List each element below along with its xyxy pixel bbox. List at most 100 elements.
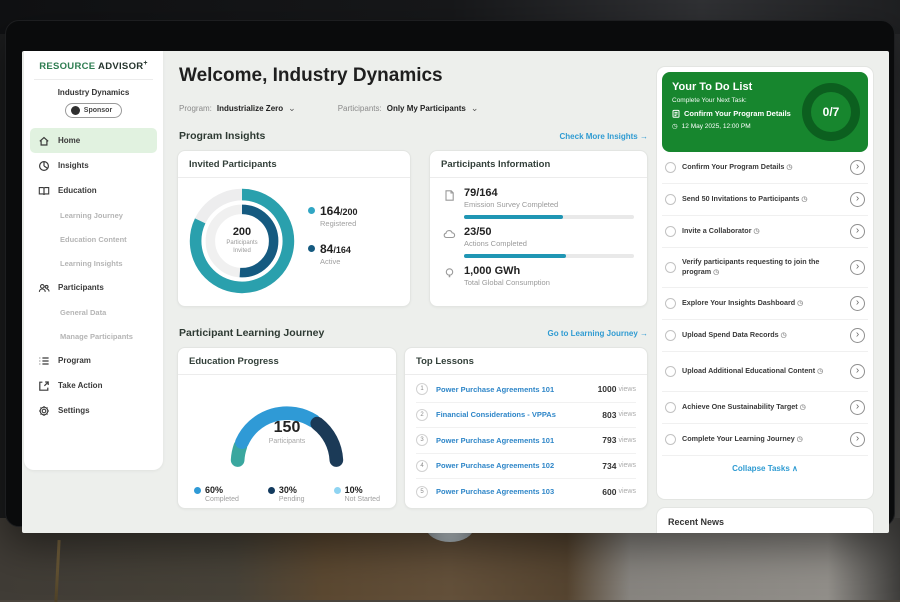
- list-icon: [38, 355, 50, 367]
- task-checkbox[interactable]: [665, 402, 676, 413]
- top-lessons-card: Top Lessons 1 Power Purchase Agreements …: [404, 347, 648, 509]
- chevron-right-icon: ›: [856, 226, 859, 236]
- sidebar-item-participants[interactable]: Participants: [24, 275, 163, 300]
- lesson-rank: 3: [416, 434, 428, 446]
- program-insights-title: Program Insights: [179, 130, 265, 142]
- task-go-button[interactable]: ›: [850, 296, 865, 311]
- todo-task[interactable]: Send 50 Invitations to Participants ◷ ›: [662, 184, 868, 216]
- check-more-insights-link[interactable]: Check More Insights →: [560, 132, 648, 141]
- lesson-link[interactable]: Power Purchase Agreements 101: [436, 385, 598, 394]
- sidebar-item-education[interactable]: Education: [24, 178, 163, 203]
- task-checkbox[interactable]: [665, 330, 676, 341]
- chevron-down-icon: ⌄: [288, 103, 296, 114]
- gear-icon: [38, 405, 50, 417]
- task-checkbox[interactable]: [665, 434, 676, 445]
- sidebar-item-learning-journey[interactable]: Learning Journey: [24, 203, 163, 227]
- clock-icon: ◷: [672, 122, 678, 130]
- education-progress-card: Education Progress 150 Participants 60% …: [177, 347, 397, 509]
- task-checkbox[interactable]: [665, 194, 676, 205]
- sidebar-item-label: Learning Journey: [60, 211, 123, 220]
- task-checkbox[interactable]: [665, 366, 676, 377]
- chevron-right-icon: ›: [856, 434, 859, 444]
- chevron-right-icon: ›: [856, 162, 859, 172]
- registered-legend-item: 164/200 Registered: [308, 204, 358, 228]
- lesson-row: 3 Power Purchase Agreements 101 793 view…: [416, 428, 636, 454]
- lesson-link[interactable]: Power Purchase Agreements 101: [436, 436, 602, 445]
- sidebar-item-education-content[interactable]: Education Content: [24, 227, 163, 251]
- invited-participants-body: 200 Participants Invited 164/200 Registe…: [178, 178, 410, 299]
- lesson-link[interactable]: Power Purchase Agreements 103: [436, 487, 602, 496]
- task-go-button[interactable]: ›: [850, 260, 865, 275]
- book-icon: [38, 185, 50, 197]
- sidebar-item-label: Participants: [58, 283, 104, 292]
- task-checkbox[interactable]: [665, 226, 676, 237]
- todo-task[interactable]: Verify participants requesting to join t…: [662, 248, 868, 288]
- task-go-button[interactable]: ›: [850, 328, 865, 343]
- views-suffix: views: [618, 386, 636, 393]
- logo-plus: +: [143, 60, 147, 67]
- sidebar-item-program[interactable]: Program: [24, 348, 163, 373]
- todo-progress-value: 0/7: [823, 105, 840, 119]
- todo-task[interactable]: Upload Additional Educational Content ◷ …: [662, 352, 868, 392]
- org-name: Industry Dynamics: [24, 88, 163, 97]
- task-go-button[interactable]: ›: [850, 192, 865, 207]
- completed-dot: [194, 487, 201, 494]
- task-checkbox[interactable]: [665, 162, 676, 173]
- chevron-right-icon: ›: [856, 194, 859, 204]
- task-go-button[interactable]: ›: [850, 432, 865, 447]
- emission-survey-stat: 79/164 Emission Survey Completed: [443, 187, 634, 219]
- active-dot: [308, 245, 315, 252]
- sidebar-item-label: General Data: [60, 308, 106, 317]
- sidebar-item-learning-insights[interactable]: Learning Insights: [24, 251, 163, 275]
- task-go-button[interactable]: ›: [850, 160, 865, 175]
- lesson-link[interactable]: Power Purchase Agreements 102: [436, 461, 602, 470]
- clock-icon: ◷: [786, 164, 792, 171]
- completed-legend-item: 60% Completed: [194, 485, 239, 503]
- todo-task[interactable]: Invite a Collaborator ◷ ›: [662, 216, 868, 248]
- sidebar-item-label: Settings: [58, 406, 90, 415]
- todo-task[interactable]: Complete Your Learning Journey ◷ ›: [662, 424, 868, 456]
- chevron-right-icon: ›: [856, 262, 859, 272]
- invited-legend: 164/200 Registered 84/164 Active: [308, 204, 358, 280]
- task-go-button[interactable]: ›: [850, 364, 865, 379]
- collapse-tasks-link[interactable]: Collapse Tasks ∧: [662, 456, 868, 477]
- actions-completed-stat: 23/50 Actions Completed: [443, 226, 634, 258]
- sidebar-item-general-data[interactable]: General Data: [24, 300, 163, 324]
- todo-task[interactable]: Confirm Your Program Details ◷ ›: [662, 152, 868, 184]
- active-legend-item: 84/164 Active: [308, 242, 358, 266]
- sidebar-item-home[interactable]: Home: [30, 128, 157, 153]
- todo-task[interactable]: Achieve One Sustainability Target ◷ ›: [662, 392, 868, 424]
- program-select-label: Program:: [179, 104, 212, 113]
- task-checkbox[interactable]: [665, 298, 676, 309]
- clock-icon: ◷: [754, 228, 760, 235]
- people-icon: [38, 282, 50, 294]
- sidebar-item-insights[interactable]: Insights: [24, 153, 163, 178]
- todo-progress-ring: 0/7: [802, 83, 860, 141]
- todo-header: Your To Do List Complete Your Next Task:…: [662, 72, 868, 152]
- todo-task[interactable]: Upload Spend Data Records ◷ ›: [662, 320, 868, 352]
- lesson-views: 793: [602, 435, 616, 445]
- task-go-button[interactable]: ›: [850, 400, 865, 415]
- todo-panel: Your To Do List Complete Your Next Task:…: [656, 66, 874, 500]
- todo-task[interactable]: Explore Your Insights Dashboard ◷ ›: [662, 288, 868, 320]
- task-go-button[interactable]: ›: [850, 224, 865, 239]
- participants-select[interactable]: Participants: Only My Participants ⌄: [338, 103, 479, 114]
- views-suffix: views: [618, 488, 636, 495]
- learning-journey-title: Participant Learning Journey: [179, 327, 324, 339]
- logo-secondary: ADVISOR: [98, 61, 143, 72]
- lesson-link[interactable]: Financial Considerations - VPPAs: [436, 410, 602, 419]
- education-progress-legend: 60% Completed 30% Pending 10% Not Starte…: [178, 485, 396, 503]
- lesson-rank: 1: [416, 383, 428, 395]
- lesson-rank: 4: [416, 460, 428, 472]
- program-select[interactable]: Program: Industrialize Zero ⌄: [179, 103, 296, 114]
- task-checkbox[interactable]: [665, 262, 676, 273]
- sidebar-item-label: Home: [58, 136, 80, 145]
- sidebar-item-take-action[interactable]: Take Action: [24, 373, 163, 398]
- go-to-learning-journey-link[interactable]: Go to Learning Journey →: [548, 329, 648, 338]
- lesson-rank: 2: [416, 409, 428, 421]
- sponsor-badge-icon: [71, 106, 80, 115]
- sidebar-item-manage-participants[interactable]: Manage Participants: [24, 324, 163, 348]
- lesson-row: 4 Power Purchase Agreements 102 734 view…: [416, 454, 636, 480]
- clock-icon: ◷: [801, 196, 807, 203]
- sidebar-item-settings[interactable]: Settings: [24, 398, 163, 423]
